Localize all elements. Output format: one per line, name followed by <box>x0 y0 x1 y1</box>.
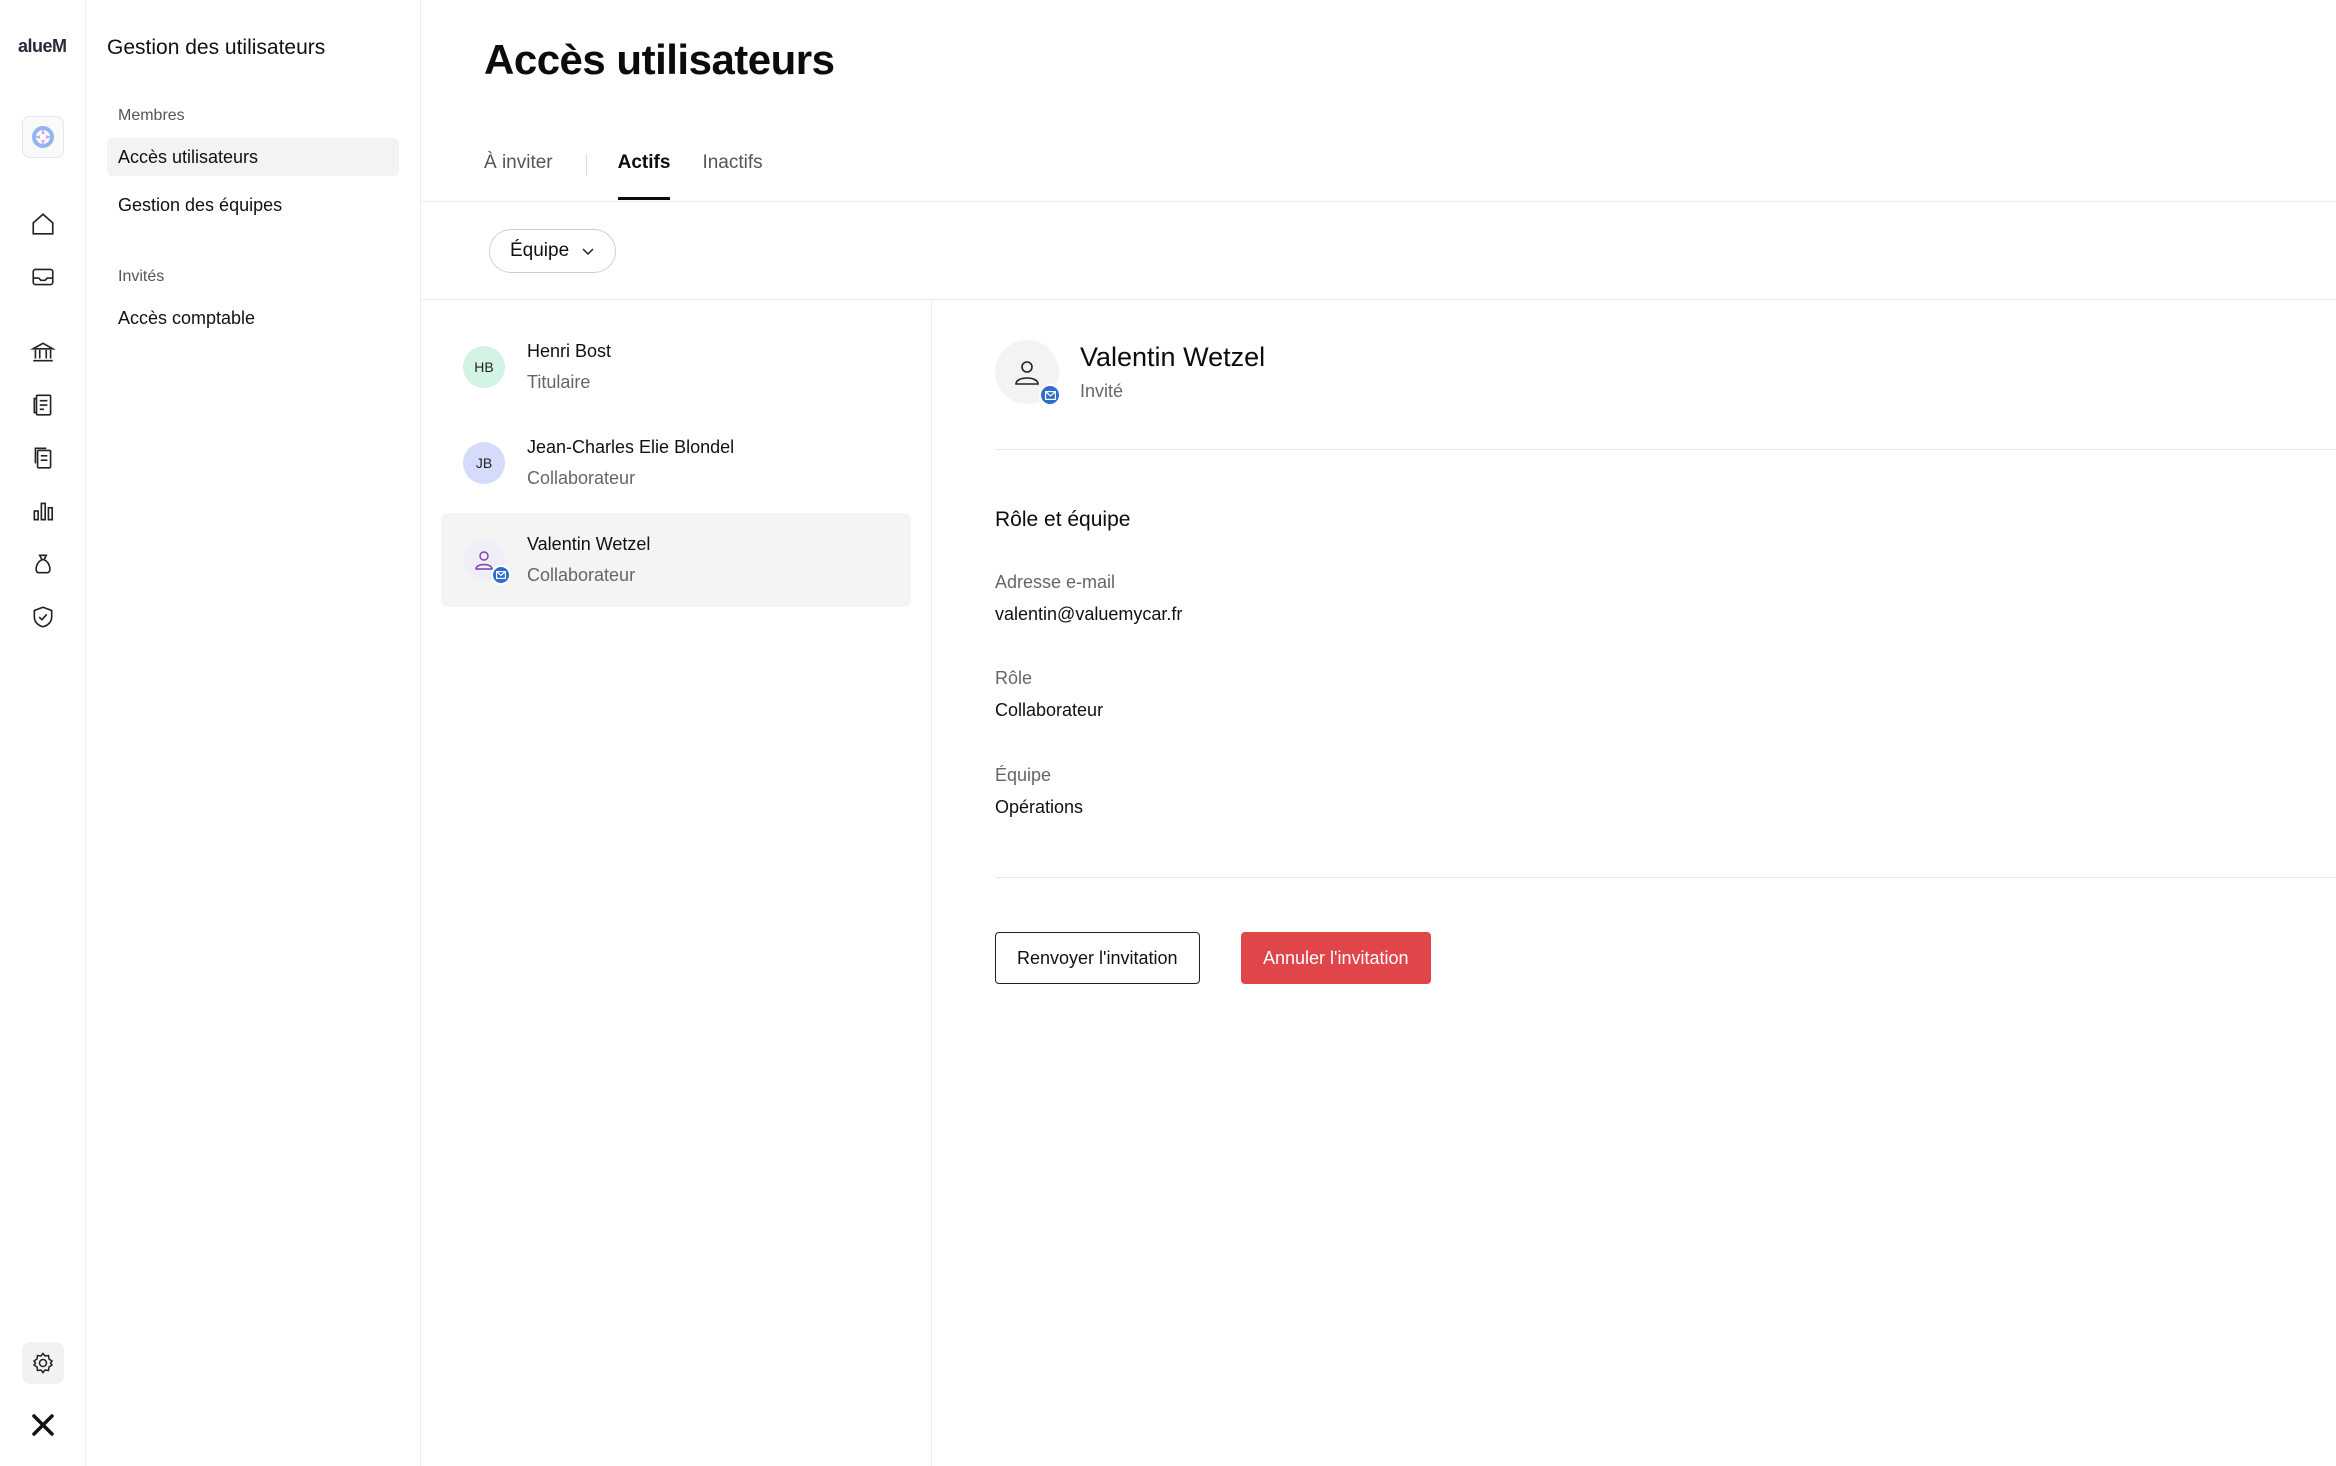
user-detail-panel: Valentin Wetzel Invité Rôle et équipe Ad… <box>932 300 2336 1466</box>
user-name: Henri Bost <box>527 341 612 361</box>
settings-icon <box>32 1352 54 1374</box>
avatar: JB <box>463 442 505 484</box>
chart-icon <box>33 502 54 521</box>
section-title: Rôle et équipe <box>995 508 1131 531</box>
shield-icon <box>33 606 53 628</box>
brand-icon <box>32 1414 54 1436</box>
section-label-guests: Invités <box>118 268 165 285</box>
main-content: Accès utilisateurs À inviter Actifs Inac… <box>421 0 2336 1466</box>
detail-header: Valentin Wetzel Invité <box>995 340 1266 406</box>
detail-user-name: Valentin Wetzel <box>1080 342 1266 372</box>
cancel-invitation-button[interactable]: Annuler l'invitation <box>1241 932 1431 984</box>
nav-inbox[interactable] <box>26 260 60 294</box>
inbox-icon <box>32 268 54 286</box>
nav-financing[interactable] <box>26 547 60 581</box>
organization-switcher[interactable] <box>22 116 64 158</box>
email-value: valentin@valuemycar.fr <box>995 604 1183 624</box>
sidebar-item-user-access[interactable]: Accès utilisateurs <box>107 138 399 176</box>
organization-logo-icon <box>32 126 54 148</box>
divider <box>995 449 2336 450</box>
team-filter-dropdown[interactable]: Équipe <box>489 229 617 273</box>
user-role: Collaborateur <box>527 565 636 585</box>
role-label: Rôle <box>995 668 1033 688</box>
user-name: Valentin Wetzel <box>527 534 651 554</box>
user-role: Collaborateur <box>527 468 636 488</box>
email-label: Adresse e-mail <box>995 572 1116 592</box>
sidebar-item-label: Accès utilisateurs <box>118 146 259 167</box>
nav-settings[interactable] <box>22 1342 64 1384</box>
filter-label: Équipe <box>510 240 570 261</box>
mail-icon <box>491 565 511 585</box>
user-row[interactable]: HB Henri Bost Titulaire <box>441 320 911 414</box>
nav-security[interactable] <box>26 600 60 634</box>
sidebar-item-team-management[interactable]: Gestion des équipes <box>107 186 399 224</box>
chevron-down-icon <box>581 244 595 258</box>
tab-active[interactable]: Actifs <box>617 140 670 200</box>
avatar <box>463 539 511 585</box>
user-row[interactable]: JB Jean-Charles Elie Blondel Collaborate… <box>441 416 911 510</box>
tab-inactive[interactable]: Inactifs <box>702 140 762 200</box>
sidebar-item-accountant-access[interactable]: Accès comptable <box>107 299 399 337</box>
avatar: HB <box>463 346 505 388</box>
user-name: Jean-Charles Elie Blondel <box>527 437 735 457</box>
mail-icon <box>1039 384 1061 406</box>
detail-avatar <box>995 340 1061 406</box>
detail-user-status: Invité <box>1080 381 1124 401</box>
user-icon <box>475 551 493 570</box>
app-logo[interactable]: alueM <box>18 36 66 57</box>
bank-icon <box>30 342 56 362</box>
home-icon <box>32 213 54 235</box>
filter-bar: Équipe <box>421 202 2336 300</box>
brand-menu[interactable] <box>26 1408 60 1442</box>
sidebar-item-label: Gestion des équipes <box>118 194 283 215</box>
icon-rail: alueM <box>0 0 86 1466</box>
role-value: Collaborateur <box>995 700 1104 720</box>
tab-to-invite[interactable]: À inviter <box>484 140 553 200</box>
tab-divider <box>585 154 587 176</box>
nav-home[interactable] <box>26 207 60 241</box>
settings-sidebar: Gestion des utilisateurs Membres Accès u… <box>86 0 421 1466</box>
nav-bank[interactable] <box>26 335 60 369</box>
page-title: Accès utilisateurs <box>484 36 835 83</box>
section-label-members: Membres <box>118 107 185 124</box>
user-list: HB Henri Bost Titulaire JB Jean-Charles … <box>421 300 932 1466</box>
team-value: Opérations <box>995 797 1084 817</box>
user-icon <box>1015 361 1039 385</box>
sidebar-item-label: Accès comptable <box>118 307 256 328</box>
nav-invoices[interactable] <box>26 388 60 422</box>
user-row-selected[interactable]: Valentin Wetzel Collaborateur <box>441 513 911 607</box>
tab-bar: À inviter Actifs Inactifs <box>484 140 763 202</box>
money-bag-icon <box>35 554 51 574</box>
nav-documents[interactable] <box>26 441 60 475</box>
user-role: Titulaire <box>527 372 591 392</box>
invoice-icon <box>33 394 52 416</box>
resend-invitation-button[interactable]: Renvoyer l'invitation <box>995 932 1200 984</box>
team-label: Équipe <box>995 765 1052 785</box>
documents-icon <box>34 447 52 469</box>
sidebar-title: Gestion des utilisateurs <box>107 36 326 59</box>
divider <box>995 877 2336 878</box>
nav-analytics[interactable] <box>26 494 60 528</box>
